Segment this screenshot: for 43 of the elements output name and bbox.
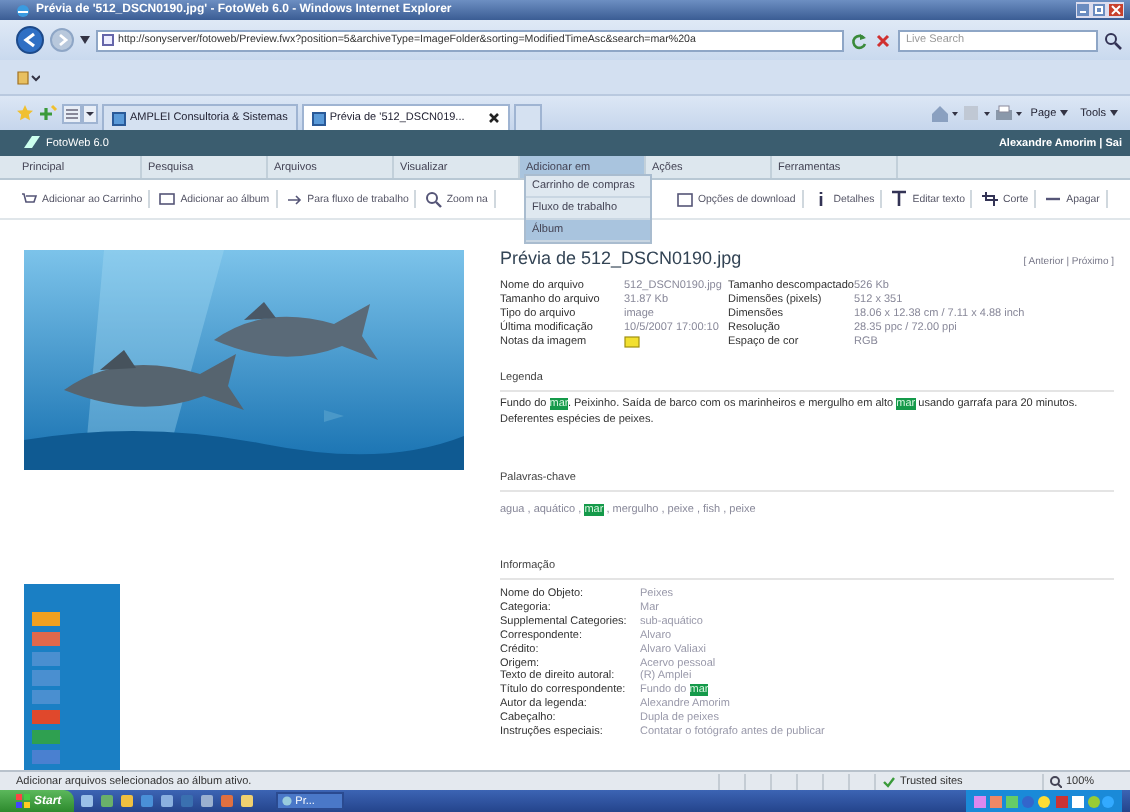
stop-icon[interactable] — [874, 31, 892, 49]
window-controls-icon[interactable] — [1076, 2, 1124, 18]
favorites-star-icon[interactable] — [16, 104, 34, 122]
page-icon — [102, 34, 114, 46]
print-icon[interactable] — [994, 104, 1023, 122]
close-icon[interactable] — [487, 112, 500, 124]
zoom-icon — [1050, 775, 1062, 787]
color-label[interactable] — [32, 631, 60, 647]
color-label[interactable] — [32, 690, 60, 705]
color-label[interactable] — [32, 709, 60, 725]
preview-title: Prévia de 512_DSCN0190.jpg — [500, 248, 744, 268]
check-icon — [882, 775, 896, 787]
app-logo-icon — [24, 136, 40, 150]
crop-icon — [980, 190, 999, 208]
download-icon — [676, 190, 694, 208]
back-button[interactable] — [16, 26, 44, 54]
cart-icon — [20, 190, 38, 208]
search-icon[interactable] — [1104, 31, 1122, 49]
home-icon[interactable] — [930, 104, 959, 122]
color-label[interactable] — [32, 612, 60, 627]
add-favorites-icon[interactable] — [38, 104, 58, 122]
color-label[interactable] — [32, 651, 60, 666]
page-icon — [112, 111, 126, 125]
tab-list-icon[interactable] — [62, 103, 98, 123]
note-icon[interactable] — [624, 336, 640, 348]
windows-logo-icon — [16, 794, 30, 808]
browser-logo-icon — [281, 796, 292, 806]
color-label[interactable] — [32, 749, 60, 764]
album-icon — [158, 190, 177, 208]
feeds-icon[interactable] — [962, 104, 991, 122]
bookmark-icon[interactable] — [16, 69, 40, 85]
page-icon — [311, 111, 326, 125]
zoom-icon — [424, 190, 443, 208]
color-label[interactable] — [32, 729, 60, 745]
caret-icon — [1110, 109, 1118, 115]
caret-icon — [1060, 109, 1069, 115]
tray-icons-drawing — [974, 793, 1114, 809]
caret-icon[interactable] — [80, 36, 90, 44]
text-icon — [890, 190, 909, 208]
browser-logo-icon — [16, 3, 30, 17]
refresh-icon[interactable] — [850, 31, 868, 49]
arrow-icon — [285, 190, 304, 208]
color-label[interactable] — [32, 670, 60, 686]
